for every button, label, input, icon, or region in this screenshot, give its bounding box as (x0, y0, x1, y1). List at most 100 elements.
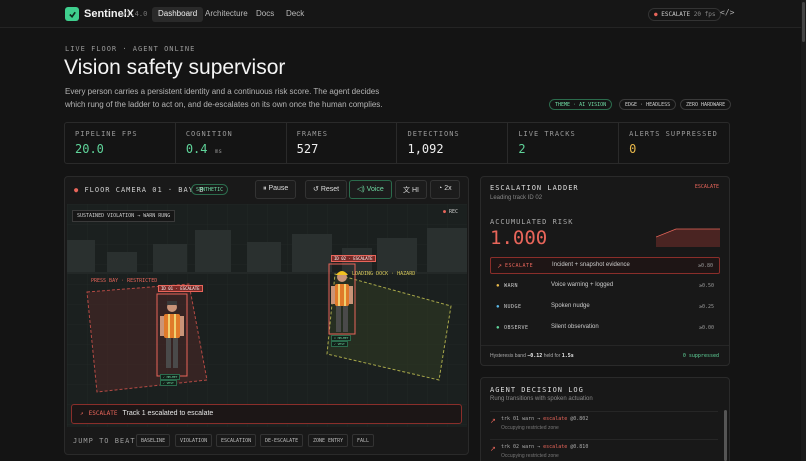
rung-dot-icon: ● (496, 325, 500, 331)
stat-label: DETECTIONS (407, 130, 460, 138)
stat-unit: ms (214, 148, 222, 155)
tag-hardware: ZERO HARDWARE (680, 99, 732, 110)
rec-label: REC (449, 209, 459, 215)
translate-icon: 文 (403, 187, 410, 194)
beat-baseline[interactable]: BASELINE (136, 434, 171, 447)
nav-link-deck[interactable]: Deck (280, 7, 310, 22)
reset-button[interactable]: ↺ Reset (305, 180, 348, 199)
scene-canvas (67, 204, 467, 427)
rung-name: NUDGE (504, 304, 522, 310)
escalate-arrow-icon: ↗ (490, 418, 496, 425)
rung-dot-icon: ● (496, 304, 500, 310)
log-scrollbar[interactable] (724, 410, 727, 461)
divider (481, 345, 729, 346)
stat-frames: FRAMES 527 (287, 123, 398, 163)
voice-button[interactable]: ◁) Voice (349, 180, 392, 199)
page-scroll-thumb[interactable] (802, 2, 805, 42)
log-risk: @0.810 (570, 444, 589, 450)
log-from: warn (522, 416, 535, 422)
escalate-arrow-icon: ↗ (490, 446, 496, 453)
fps-label: 20 fps (693, 11, 716, 18)
rung-desc: Voice warning + logged (551, 282, 614, 288)
nav-link-architecture[interactable]: Architecture (199, 7, 254, 22)
beat-de-escalate[interactable]: DE-ESCALATE (260, 434, 304, 447)
stat-value: 0.4 (185, 142, 208, 156)
rung-escalate: ↗ ESCALATE Incident + snapshot evidence … (490, 257, 720, 274)
rung-name: OBSERVE (504, 325, 529, 331)
risk-label: ACCUMULATED RISK (490, 218, 574, 226)
alert-level: ESCALATE (88, 410, 118, 417)
language-button[interactable]: 文 HI (395, 180, 427, 199)
stat-label: PIPELINE FPS (75, 130, 138, 138)
rung-threshold: ≥0.80 (697, 263, 713, 269)
live-dot-icon: ● (74, 186, 80, 194)
rung-threshold: ≥0.00 (698, 325, 714, 331)
code-icon[interactable]: </> (720, 8, 734, 17)
rung-observe: ● OBSERVE Silent observation ≥0.00 (490, 320, 720, 337)
synthetic-badge: SYNTHETIC (191, 184, 229, 195)
beat-zone-entry[interactable]: ZONE ENTRY (308, 434, 349, 447)
rung-dot-icon: ● (496, 283, 500, 289)
track-id-tag: ID 01 · ESCALATE (158, 285, 203, 292)
rec-indicator: ● REC (443, 209, 458, 215)
camera-title: ● FLOOR CAMERA 01 · BAY B (74, 186, 204, 194)
reset-icon: ↺ (313, 186, 319, 193)
stat-value: 2 (518, 142, 526, 156)
jump-label: JUMP TO BEAT (73, 437, 136, 445)
suppressed-count: 0 suppressed (682, 353, 719, 359)
stat-label: COGNITION (185, 130, 233, 138)
ppe-chip: ✓ VEST (160, 380, 177, 386)
log-track: trk 02 (501, 444, 520, 450)
speaker-icon: ◁) (357, 186, 365, 193)
stat-alerts-suppressed: ALERTS SUPPRESSED 0 (619, 123, 729, 163)
status-dot-icon: ● (654, 11, 658, 18)
stat-label: LIVE TRACKS (518, 130, 576, 138)
log-entry-line: trk 01 warn → escalate @0.802 (501, 416, 589, 422)
escalation-ladder-panel: ESCALATION LADDER Leading track ID 02 ES… (480, 176, 730, 366)
log-entry: ↗ trk 02 warn → escalate @0.810 Occupyin… (490, 439, 718, 461)
status-pill-label: ESCALATE (661, 11, 691, 18)
camera-feed[interactable]: SUSTAINED VIOLATION → WARN RUNG ● REC PR… (67, 204, 467, 427)
tag-edge: EDGE · HEADLESS (619, 99, 677, 110)
log-entry-note: Occupying restricted zone (501, 425, 559, 431)
status-pill: ● ESCALATE 20 fps (648, 8, 722, 21)
tag-theme: THEME · AI VISION (549, 99, 613, 110)
log-track: trk 01 (501, 416, 520, 422)
hysteresis-value: −0.12 (527, 353, 543, 359)
voice-label: Voice (366, 186, 384, 193)
pause-icon: ⏸ (263, 185, 267, 192)
stat-label: ALERTS SUPPRESSED (629, 130, 718, 138)
top-nav: SentinelX v1.4.0 Dashboard Architecture … (0, 0, 806, 28)
log-risk: @0.802 (570, 416, 589, 422)
beat-escalation[interactable]: ESCALATION (216, 434, 257, 447)
hysteresis-prefix: Hysteresis band (490, 353, 526, 359)
hysteresis-info: Hysteresis band −0.12 held for 1.5s (490, 353, 574, 359)
rung-warn: ● WARN Voice warning + logged ≥0.50 (490, 278, 720, 295)
log-subtitle: Rung transitions with spoken actuation (490, 396, 593, 402)
beat-fall[interactable]: FALL (352, 434, 375, 447)
camera-title-text: FLOOR CAMERA 01 · BAY B (84, 186, 205, 194)
hero-description: Every person carries a persistent identi… (65, 87, 383, 109)
alert-bar: ↗ ESCALATE Track 1 escalated to escalate (71, 404, 462, 424)
stat-value: 527 (296, 142, 319, 156)
stat-pipeline-fps: PIPELINE FPS 20.0 (65, 123, 176, 163)
page-title: Vision safety supervisor (64, 56, 286, 79)
rung-nudge: ● NUDGE Spoken nudge ≥0.25 (490, 299, 720, 316)
stats-bar: PIPELINE FPS 20.0 COGNITION 0.4 ms FRAME… (64, 122, 730, 164)
log-entry-note: Occupying restricted zone (501, 453, 559, 459)
rung-threshold: ≥0.50 (698, 283, 714, 289)
rung-desc: Spoken nudge (551, 303, 590, 309)
speed-button[interactable]: ◔ 2x (430, 180, 460, 199)
rung-threshold: ≥0.25 (698, 304, 714, 310)
nav-link-docs[interactable]: Docs (250, 7, 280, 22)
beat-violation[interactable]: VIOLATION (175, 434, 213, 447)
rung-name: ESCALATE (505, 263, 534, 269)
alert-text: Track 1 escalated to escalate (122, 410, 214, 417)
stat-cognition: COGNITION 0.4 ms (176, 123, 287, 163)
log-title: AGENT DECISION LOG (490, 386, 584, 394)
nav-link-dashboard[interactable]: Dashboard (152, 7, 204, 22)
page-scrollbar[interactable] (801, 0, 806, 461)
ladder-subtitle: Leading track ID 02 (490, 195, 543, 201)
pause-button[interactable]: ⏸ Pause (255, 180, 297, 199)
ppe-chip: ✓ VEST (331, 341, 348, 347)
